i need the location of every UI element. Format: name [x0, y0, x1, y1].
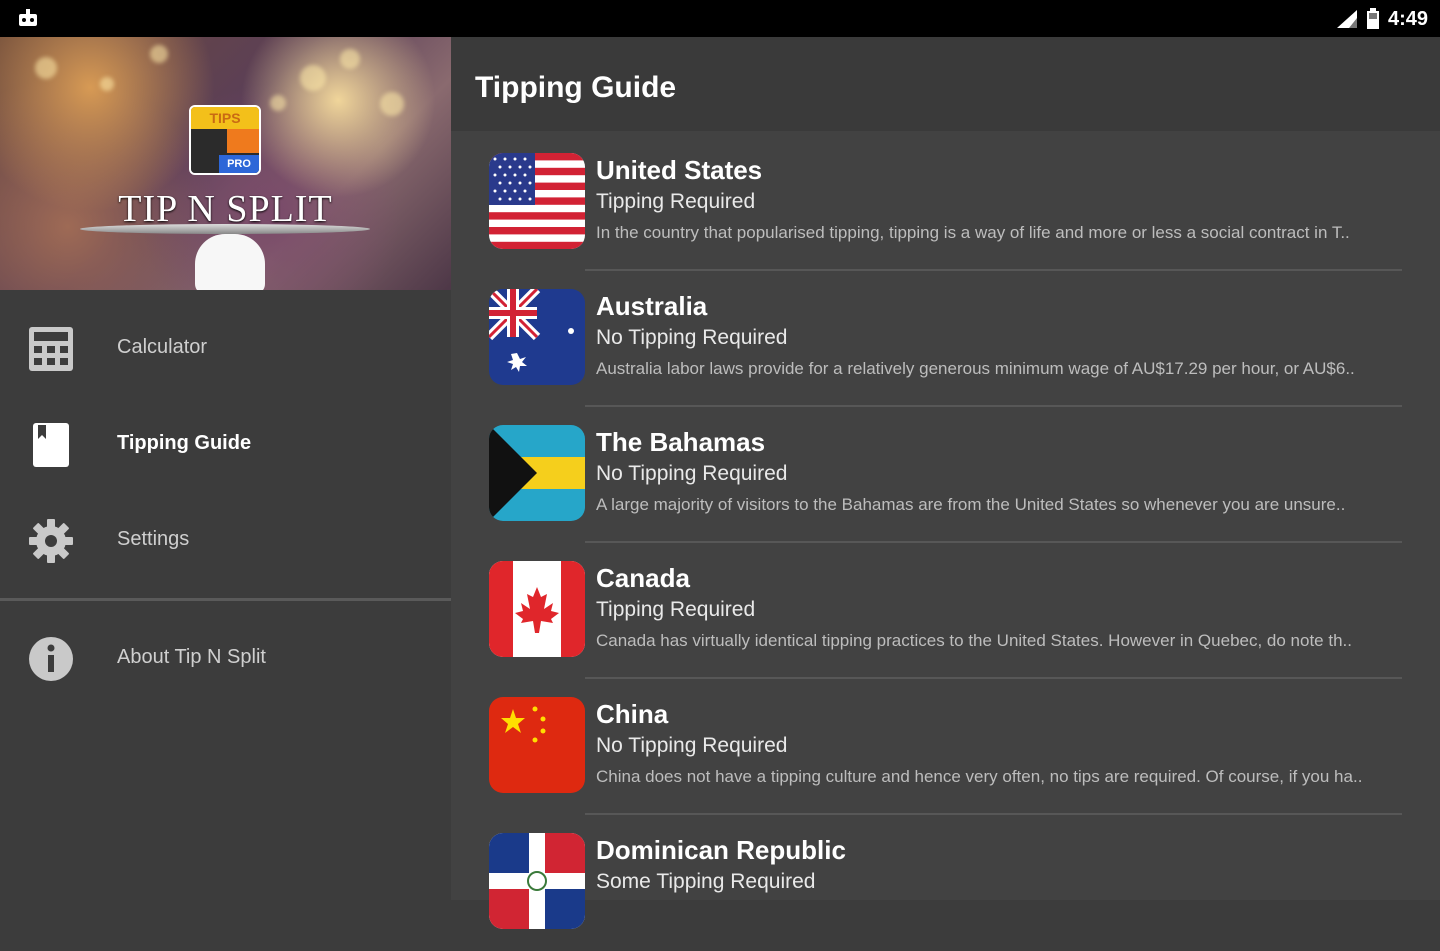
menu-item-settings[interactable]: Settings — [0, 493, 451, 589]
us-flag-icon — [489, 153, 585, 249]
menu-item-tipping-guide[interactable]: Tipping Guide — [0, 397, 451, 493]
bahamas-flag-icon — [489, 425, 585, 521]
country-name: The Bahamas — [596, 427, 766, 457]
country-item-bahamas[interactable]: The Bahamas No Tipping Required A large … — [451, 407, 1440, 543]
country-name: United States — [596, 155, 763, 185]
tipping-status: No Tipping Required — [596, 326, 788, 349]
android-notification-icon — [19, 9, 37, 26]
app-logo: TIPS PRO — [189, 105, 261, 175]
country-item-australia[interactable]: Australia No Tipping Required Australia … — [451, 271, 1440, 407]
country-summary: In the country that popularised tipping,… — [596, 223, 1350, 242]
tray-graphic — [80, 224, 370, 234]
status-right: 4:49 — [1336, 7, 1428, 31]
country-name: Canada — [596, 563, 690, 593]
menu-label-tipping-guide: Tipping Guide — [117, 432, 252, 454]
dominican-republic-flag-icon — [489, 833, 585, 929]
main-content: Tipping Guide United States Tipping Requ… — [451, 37, 1440, 929]
country-item-united-states[interactable]: United States Tipping Required In the co… — [451, 135, 1440, 271]
tipping-status: No Tipping Required — [596, 734, 788, 757]
canada-flag-icon — [489, 561, 585, 657]
calculator-icon — [29, 327, 73, 371]
signal-icon — [1336, 10, 1357, 28]
menu-item-about[interactable]: About Tip N Split — [0, 611, 451, 707]
country-item-china[interactable]: China No Tipping Required China does not… — [451, 679, 1440, 815]
menu-label-settings: Settings — [117, 528, 190, 550]
gear-icon — [29, 519, 73, 563]
country-summary: Canada has virtually identical tipping p… — [596, 631, 1352, 650]
country-item-canada[interactable]: Canada Tipping Required Canada has virtu… — [451, 543, 1440, 679]
toolbar: Tipping Guide — [451, 37, 1440, 131]
tipping-status: Tipping Required — [596, 598, 756, 621]
drawer-divider — [0, 598, 451, 601]
country-summary: China does not have a tipping culture an… — [596, 767, 1363, 786]
country-name: Australia — [596, 291, 708, 321]
page-title: Tipping Guide — [475, 71, 677, 104]
logo-top-text: TIPS — [191, 107, 259, 129]
country-item-dominican-republic[interactable]: Dominican Republic Some Tipping Required — [451, 815, 1440, 951]
book-icon — [33, 423, 69, 467]
menu-item-calculator[interactable]: Calculator — [0, 301, 451, 397]
country-name: Dominican Republic — [596, 835, 846, 865]
drawer-header-image: TIPS PRO TIP N SPLIT — [0, 37, 451, 290]
logo-badge-text: PRO — [219, 155, 259, 173]
country-summary: A large majority of visitors to the Baha… — [596, 495, 1346, 514]
status-time: 4:49 — [1387, 7, 1428, 30]
tipping-status: No Tipping Required — [596, 462, 788, 485]
country-summary: Australia labor laws provide for a relat… — [596, 359, 1355, 378]
china-flag-icon — [489, 697, 585, 793]
australia-flag-icon — [489, 289, 585, 385]
tipping-status: Some Tipping Required — [596, 870, 816, 893]
tipping-status: Tipping Required — [596, 190, 756, 213]
info-icon — [29, 637, 73, 681]
battery-icon — [1366, 8, 1379, 29]
status-bar: 4:49 — [0, 0, 1440, 37]
country-name: China — [596, 699, 669, 729]
menu-label-about: About Tip N Split — [117, 646, 266, 668]
glove-graphic — [195, 234, 265, 290]
menu-label-calculator: Calculator — [117, 336, 208, 358]
navigation-drawer: TIPS PRO TIP N SPLIT Calculator Tipping … — [0, 37, 451, 900]
